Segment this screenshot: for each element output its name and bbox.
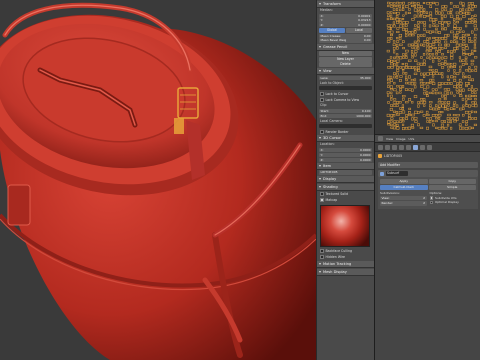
modifier-name-field[interactable]: Subsurf [386,171,408,176]
cursor-x-field[interactable]: X: 0.0000 [319,147,372,153]
3d-viewport[interactable] [0,0,316,360]
lock-cursor-checkbox[interactable]: Lock to Cursor [320,91,371,96]
image-menu-view[interactable]: View [386,137,393,141]
cursor-y-field[interactable]: Y: 0.0000 [319,152,372,157]
expand-triangle-icon [319,70,321,73]
clip-start-field[interactable]: Start: 0.100 [319,109,372,114]
view-levels-field[interactable]: View: 2 [380,195,427,200]
clip-label: Clip: [320,103,328,108]
expand-triangle-icon [319,164,321,167]
checkbox-icon [320,92,324,96]
simple-toggle[interactable]: Simple [428,185,476,190]
expand-triangle-icon [319,3,321,5]
lock-object-field[interactable] [319,86,372,91]
material-tab-icon[interactable] [427,144,432,150]
lock-object-label: Lock to Object: [320,80,344,85]
mesh-object-icon [378,154,382,158]
subsurf-modifier-header[interactable]: Subsurf [378,170,478,177]
motion-tracking-header[interactable]: Motion Tracking [317,260,374,268]
editor-type-icon[interactable] [378,136,383,141]
expand-triangle-icon [319,45,321,48]
checkbox-icon [320,98,324,102]
uv-image-editor[interactable] [375,0,480,134]
hidden-wire-checkbox[interactable]: Hidden Wire [320,255,371,260]
cursor-z-field[interactable]: Z: 0.0000 [319,157,372,162]
scene-tab-icon[interactable] [385,144,390,150]
grease-new-button[interactable]: New [319,51,372,57]
clip-end-field[interactable]: End: 1000.000 [319,113,372,118]
local-camera-label: Local Camera: [320,118,343,123]
textured-solid-checkbox[interactable]: Textured Solid [320,192,371,197]
cursor-location-label: Location: [320,142,335,147]
copy-button[interactable]: Copy [428,179,476,184]
data-tab-icon[interactable] [420,144,425,150]
display-panel-header[interactable]: Display [317,175,374,183]
checkbox-icon [320,130,324,134]
n-panel-sidebar: Transform Median: X: 0.00901 Y: 0.03213 Z:… [316,0,374,360]
checkbox-checked-icon [429,196,433,200]
mesh-display-header[interactable]: Mesh Display [317,268,374,276]
cursor-panel-header[interactable]: 3D Cursor [317,135,374,143]
grease-delete-button[interactable]: Delete [319,62,372,68]
checkbox-checked-icon [320,198,324,202]
checkbox-icon [429,200,433,204]
catmull-clark-toggle[interactable]: Catmull-Clark [380,185,428,190]
image-menu-image[interactable]: Image [396,137,405,141]
shading-panel-header[interactable]: Shading [317,183,374,191]
collapse-triangle-icon [319,262,321,265]
render-levels-field[interactable]: Render: 2 [380,201,427,206]
item-name-field[interactable]: LIDTOP.005 [319,170,372,175]
optimal-display-checkbox[interactable]: Optimal Display [429,200,477,205]
local-camera-field[interactable] [319,124,372,129]
expand-triangle-icon [319,185,321,188]
checkbox-icon [320,249,324,253]
global-toggle[interactable]: Global [319,27,345,33]
matcap-preview[interactable] [320,204,370,247]
mean-crease-field[interactable]: Mean Crease: 0.00 [319,33,372,38]
image-editor-toolbar: View Image UVs [375,134,480,142]
uv-layout-canvas [375,0,480,134]
render-tab-icon[interactable] [378,144,383,150]
matcap-checkbox[interactable]: Matcap [320,198,371,203]
image-menu-uvs[interactable]: UVs [409,137,415,141]
grease-new-layer-button[interactable]: New Layer [319,56,372,62]
median-y-field[interactable]: Y: 0.03213 [319,18,372,23]
properties-tabs [375,143,480,152]
bevel-weight-field[interactable]: Mean Bevel Weig 0.00 [319,38,372,43]
properties-editor: LIDTOP.005 Add Modifier Subsurf Apply Co… [375,142,480,360]
expand-triangle-icon [319,137,321,140]
collapse-triangle-icon [319,270,321,273]
median-z-field[interactable]: Z: 0.00000 [319,23,372,28]
object-name-label: LIDTOP.005 [384,154,403,158]
modifiers-tab-icon[interactable] [413,144,418,150]
world-tab-icon[interactable] [392,144,397,150]
right-editor-area: View Image UVs LIDTOP.005 Add Modifier S… [374,0,480,360]
object-tab-icon[interactable] [399,144,404,150]
render-border-checkbox[interactable]: Render Border [320,129,371,134]
red-canister-render [0,2,316,360]
subsurf-modifier-body: Apply Copy Catmull-Clark Simple Subdivis… [378,177,478,209]
apply-button[interactable]: Apply [380,179,428,184]
median-x-field[interactable]: X: 0.00901 [319,13,372,18]
backface-culling-checkbox[interactable]: Backface Culling [320,249,371,254]
local-toggle[interactable]: Local [346,27,372,33]
grease-pencil-header[interactable]: Grease Pencil [317,43,374,51]
checkbox-icon [320,192,324,196]
subsurf-modifier-icon [380,171,384,176]
view-panel-header[interactable]: View [317,68,374,76]
lens-field[interactable]: Lens: 35.000 [319,75,372,81]
breadcrumb: LIDTOP.005 [375,152,480,160]
add-modifier-dropdown[interactable]: Add Modifier [378,162,478,168]
checkbox-icon [320,255,324,259]
median-label: Median: [320,8,333,12]
lock-camera-checkbox[interactable]: Lock Camera to View [320,97,371,102]
collapse-triangle-icon [319,177,321,180]
constraints-tab-icon[interactable] [406,144,411,150]
item-panel-header[interactable]: Item [317,162,374,170]
transform-panel-header[interactable]: Transform [317,1,374,8]
